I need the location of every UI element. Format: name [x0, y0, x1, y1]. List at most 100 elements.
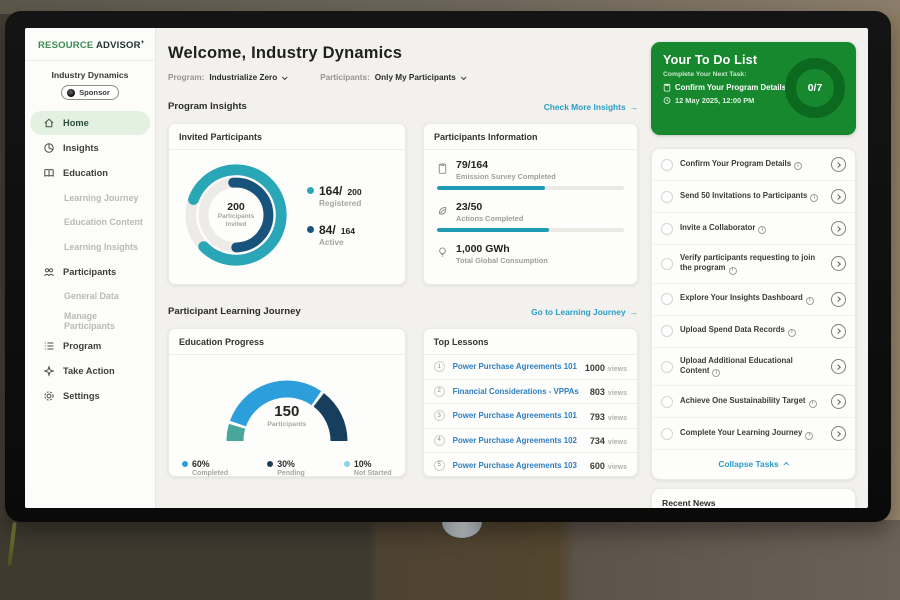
dashboard-screen: RESOURCE ADVISOR+ Industry Dynamics Spon… [25, 28, 868, 508]
arrow-right-icon: → [630, 307, 638, 317]
todo-task-complete-your-learning-journey[interactable]: Complete Your Learning Journeyi [652, 418, 855, 450]
task-checkbox[interactable] [661, 293, 673, 305]
participants-icon [43, 266, 55, 278]
participants-filter-label: Participants: [320, 73, 370, 82]
sidebar-item-insights[interactable]: Insights [30, 136, 150, 160]
clock-icon [663, 96, 671, 105]
task-open-button[interactable] [831, 292, 846, 307]
education-progress-gauge-chart: 150 Participants [212, 365, 362, 450]
todo-task-verify-participants-requesting-to-join-the-program[interactable]: Verify participants requesting to join t… [652, 245, 855, 284]
chevron-right-icon [835, 194, 840, 199]
task-checkbox[interactable] [661, 159, 673, 171]
lesson-views-count: 1000 [585, 363, 605, 373]
task-open-button[interactable] [831, 324, 846, 339]
task-checkbox[interactable] [661, 428, 673, 440]
todo-task-list: Confirm Your Program DetailsiSend 50 Inv… [651, 148, 856, 480]
stat-emission-survey-completed: 79/164Emission Survey Completed [437, 159, 624, 190]
task-checkbox[interactable] [661, 191, 673, 203]
todo-task-explore-your-insights-dashboard[interactable]: Explore Your Insights Dashboardi [652, 284, 855, 316]
legend-value: 164/ [319, 184, 342, 198]
sidebar-item-settings[interactable]: Settings [30, 384, 150, 408]
task-open-button[interactable] [831, 221, 846, 236]
task-checkbox[interactable] [661, 361, 673, 373]
legend-dot-icon [267, 461, 273, 467]
invited-participants-card: Invited Participants 200 Partic [168, 123, 406, 285]
gauge-legend-item-pending: 30%Pending [267, 459, 305, 477]
chevron-right-icon [835, 329, 840, 334]
program-filter[interactable]: Program: Industrialize Zero [168, 73, 286, 82]
progress-bar [437, 186, 624, 190]
legend-label: Completed [192, 470, 228, 477]
lesson-views-suffix: views [608, 439, 627, 446]
sidebar-item-label: Learning Journey [64, 193, 138, 203]
todo-task-upload-spend-data-records[interactable]: Upload Spend Data Recordsi [652, 316, 855, 348]
lesson-views-count: 793 [590, 412, 605, 422]
sidebar-item-education-content[interactable]: Education Content [30, 211, 150, 235]
donut-legend-item-registered: 164/200Registered [307, 184, 362, 208]
check-more-insights-link[interactable]: Check More Insights→ [544, 102, 638, 112]
sidebar-item-participants[interactable]: Participants [30, 260, 150, 284]
logo-advisor: ADVISOR+ [96, 40, 145, 51]
task-label: Achieve One Sustainability Targeti [680, 396, 824, 408]
participants-information-card: Participants Information 79/164Emission … [423, 123, 638, 285]
consumption-icon [437, 243, 449, 265]
task-checkbox[interactable] [661, 258, 673, 270]
sidebar-item-education[interactable]: Education [30, 161, 150, 185]
sidebar-item-learning-insights[interactable]: Learning Insights [30, 235, 150, 259]
task-open-button[interactable] [831, 157, 846, 172]
insights-icon [43, 142, 55, 154]
lesson-link[interactable]: Power Purchase Agreements 102 [453, 436, 582, 445]
stat-value: 23/50 [456, 201, 523, 213]
lesson-views-suffix: views [608, 415, 627, 422]
chevron-right-icon [835, 364, 840, 369]
todo-task-invite-a-collaborator[interactable]: Invite a Collaboratori [652, 213, 855, 245]
lesson-row: 4Power Purchase Agreements 102734views [424, 429, 637, 454]
legend-dot-icon [307, 187, 314, 194]
chevron-down-icon [461, 74, 467, 80]
legend-percent: 30% [277, 459, 295, 469]
lesson-views-suffix: views [608, 390, 627, 397]
task-open-button[interactable] [831, 189, 846, 204]
learning-journey-header: Participant Learning Journey Go to Learn… [168, 306, 638, 317]
chevron-right-icon [835, 431, 840, 436]
task-label: Invite a Collaboratori [680, 223, 824, 235]
sidebar-item-general-data[interactable]: General Data [30, 285, 150, 309]
task-open-button[interactable] [831, 394, 846, 409]
lesson-row: 2Financial Considerations - VPPAs803view… [424, 380, 637, 405]
arrow-right-icon: → [630, 102, 638, 112]
participants-filter[interactable]: Participants: Only My Participants [320, 73, 465, 82]
go-to-learning-journey-link[interactable]: Go to Learning Journey→ [531, 307, 638, 317]
task-checkbox[interactable] [661, 223, 673, 235]
sidebar-item-home[interactable]: Home [30, 111, 150, 135]
todo-task-send-50-invitations-to-participants[interactable]: Send 50 Invitations to Participantsi [652, 181, 855, 213]
org-name: Industry Dynamics [25, 70, 155, 80]
legend-label: Registered [319, 199, 362, 208]
task-label: Complete Your Learning Journeyi [680, 428, 824, 440]
sidebar-item-learning-journey[interactable]: Learning Journey [30, 186, 150, 210]
participants-filter-value: Only My Participants [375, 73, 456, 82]
settings-icon [43, 390, 55, 402]
sidebar-item-label: Program [63, 341, 101, 351]
todo-task-upload-additional-educational-content[interactable]: Upload Additional Educational Contenti [652, 348, 855, 387]
todo-task-confirm-your-program-details[interactable]: Confirm Your Program Detailsi [652, 149, 855, 181]
lesson-link[interactable]: Power Purchase Agreements 101 [453, 362, 577, 371]
lesson-link[interactable]: Financial Considerations - VPPAs [453, 387, 582, 396]
task-label: Upload Additional Educational Contenti [680, 356, 824, 378]
collapse-tasks-link[interactable]: Collapse Tasks [652, 450, 855, 479]
sidebar-item-take-action[interactable]: Take Action [30, 359, 150, 383]
sidebar-item-manage-participants[interactable]: Manage Participants [30, 309, 150, 333]
todo-progress-ring: 0/7 [785, 58, 845, 118]
task-checkbox[interactable] [661, 396, 673, 408]
sidebar-item-program[interactable]: Program [30, 334, 150, 358]
task-open-button[interactable] [831, 256, 846, 271]
info-icon: i [729, 267, 737, 275]
recent-news-card: Recent News [651, 488, 856, 508]
todo-task-achieve-one-sustainability-target[interactable]: Achieve One Sustainability Targeti [652, 386, 855, 418]
lesson-link[interactable]: Power Purchase Agreements 103 [453, 461, 582, 470]
task-open-button[interactable] [831, 426, 846, 441]
todo-next-task[interactable]: Confirm Your Program Details [663, 83, 795, 92]
task-checkbox[interactable] [661, 325, 673, 337]
education-progress-card: Education Progress 150 Participants 60%C… [168, 328, 406, 477]
task-open-button[interactable] [831, 359, 846, 374]
lesson-link[interactable]: Power Purchase Agreements 101 [453, 411, 582, 420]
